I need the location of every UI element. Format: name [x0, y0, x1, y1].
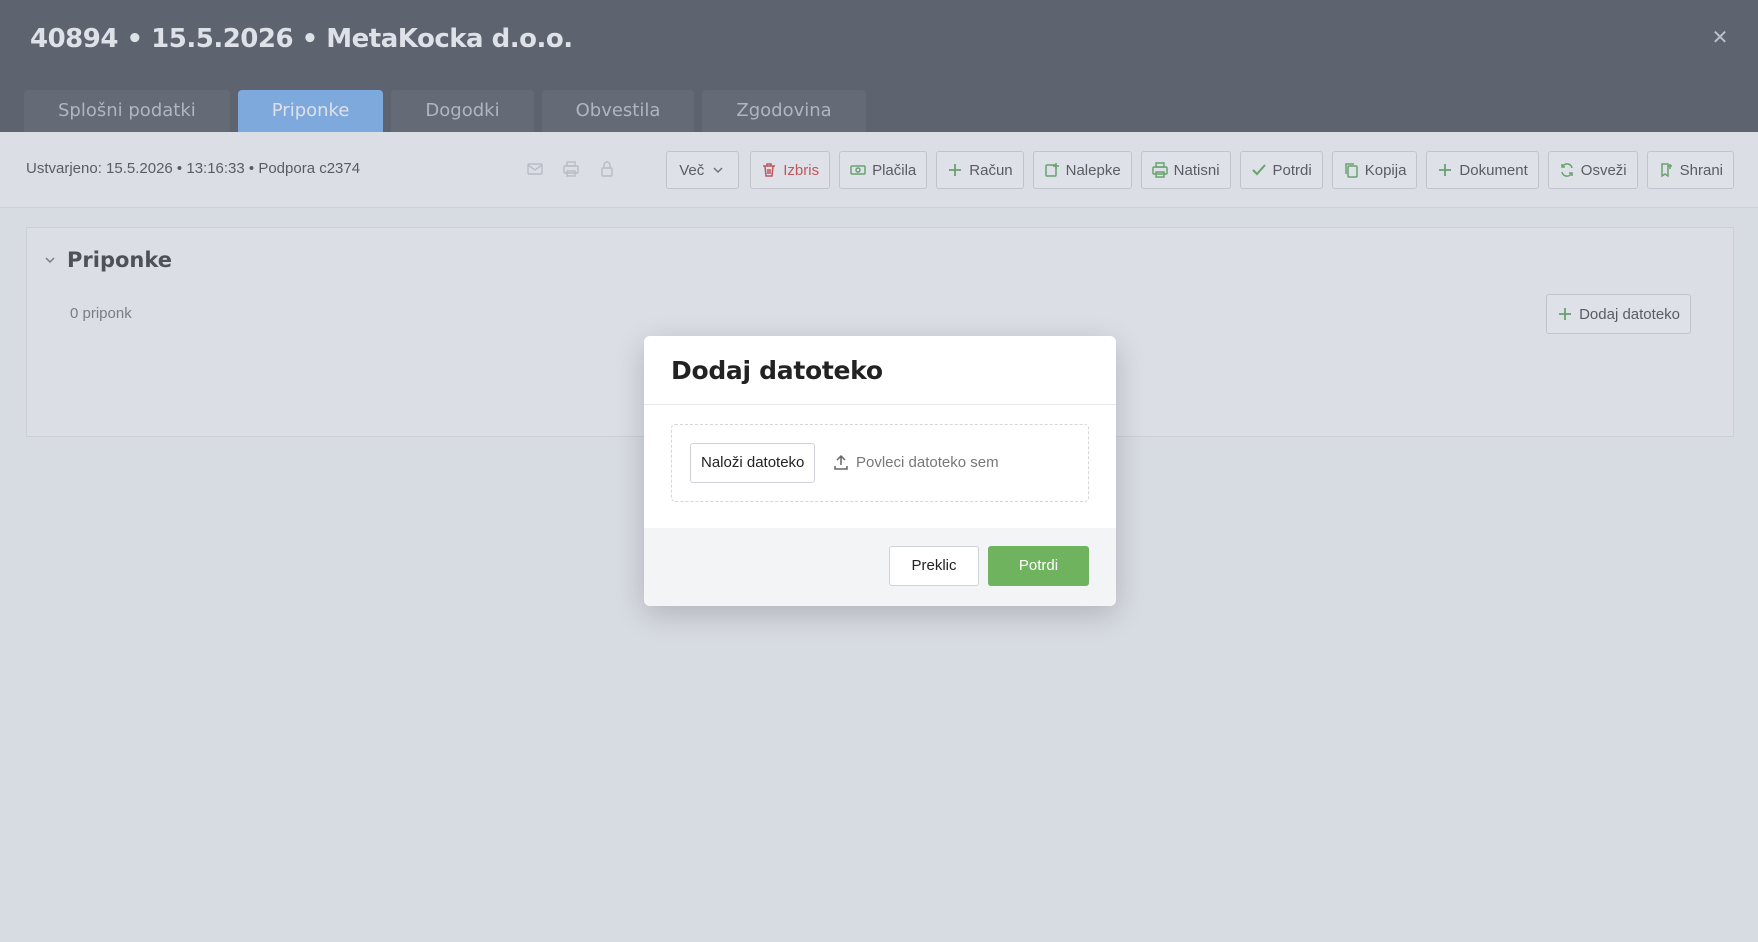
cancel-button[interactable]: Preklic — [889, 546, 979, 586]
dialog-footer: Preklic Potrdi — [644, 528, 1116, 606]
drag-hint-text: Povleci datoteko sem — [856, 453, 999, 471]
upload-icon — [834, 454, 848, 470]
file-dropzone[interactable]: Naloži datoteko Povleci datoteko sem — [671, 424, 1089, 502]
upload-file-button[interactable]: Naloži datoteko — [690, 443, 816, 483]
drag-hint: Povleci datoteko sem — [832, 453, 999, 471]
add-file-dialog: Dodaj datoteko Naloži datoteko Povleci d… — [644, 336, 1116, 606]
dialog-title: Dodaj datoteko — [671, 356, 883, 385]
dialog-divider — [644, 404, 1116, 405]
confirm-button[interactable]: Potrdi — [988, 546, 1089, 586]
